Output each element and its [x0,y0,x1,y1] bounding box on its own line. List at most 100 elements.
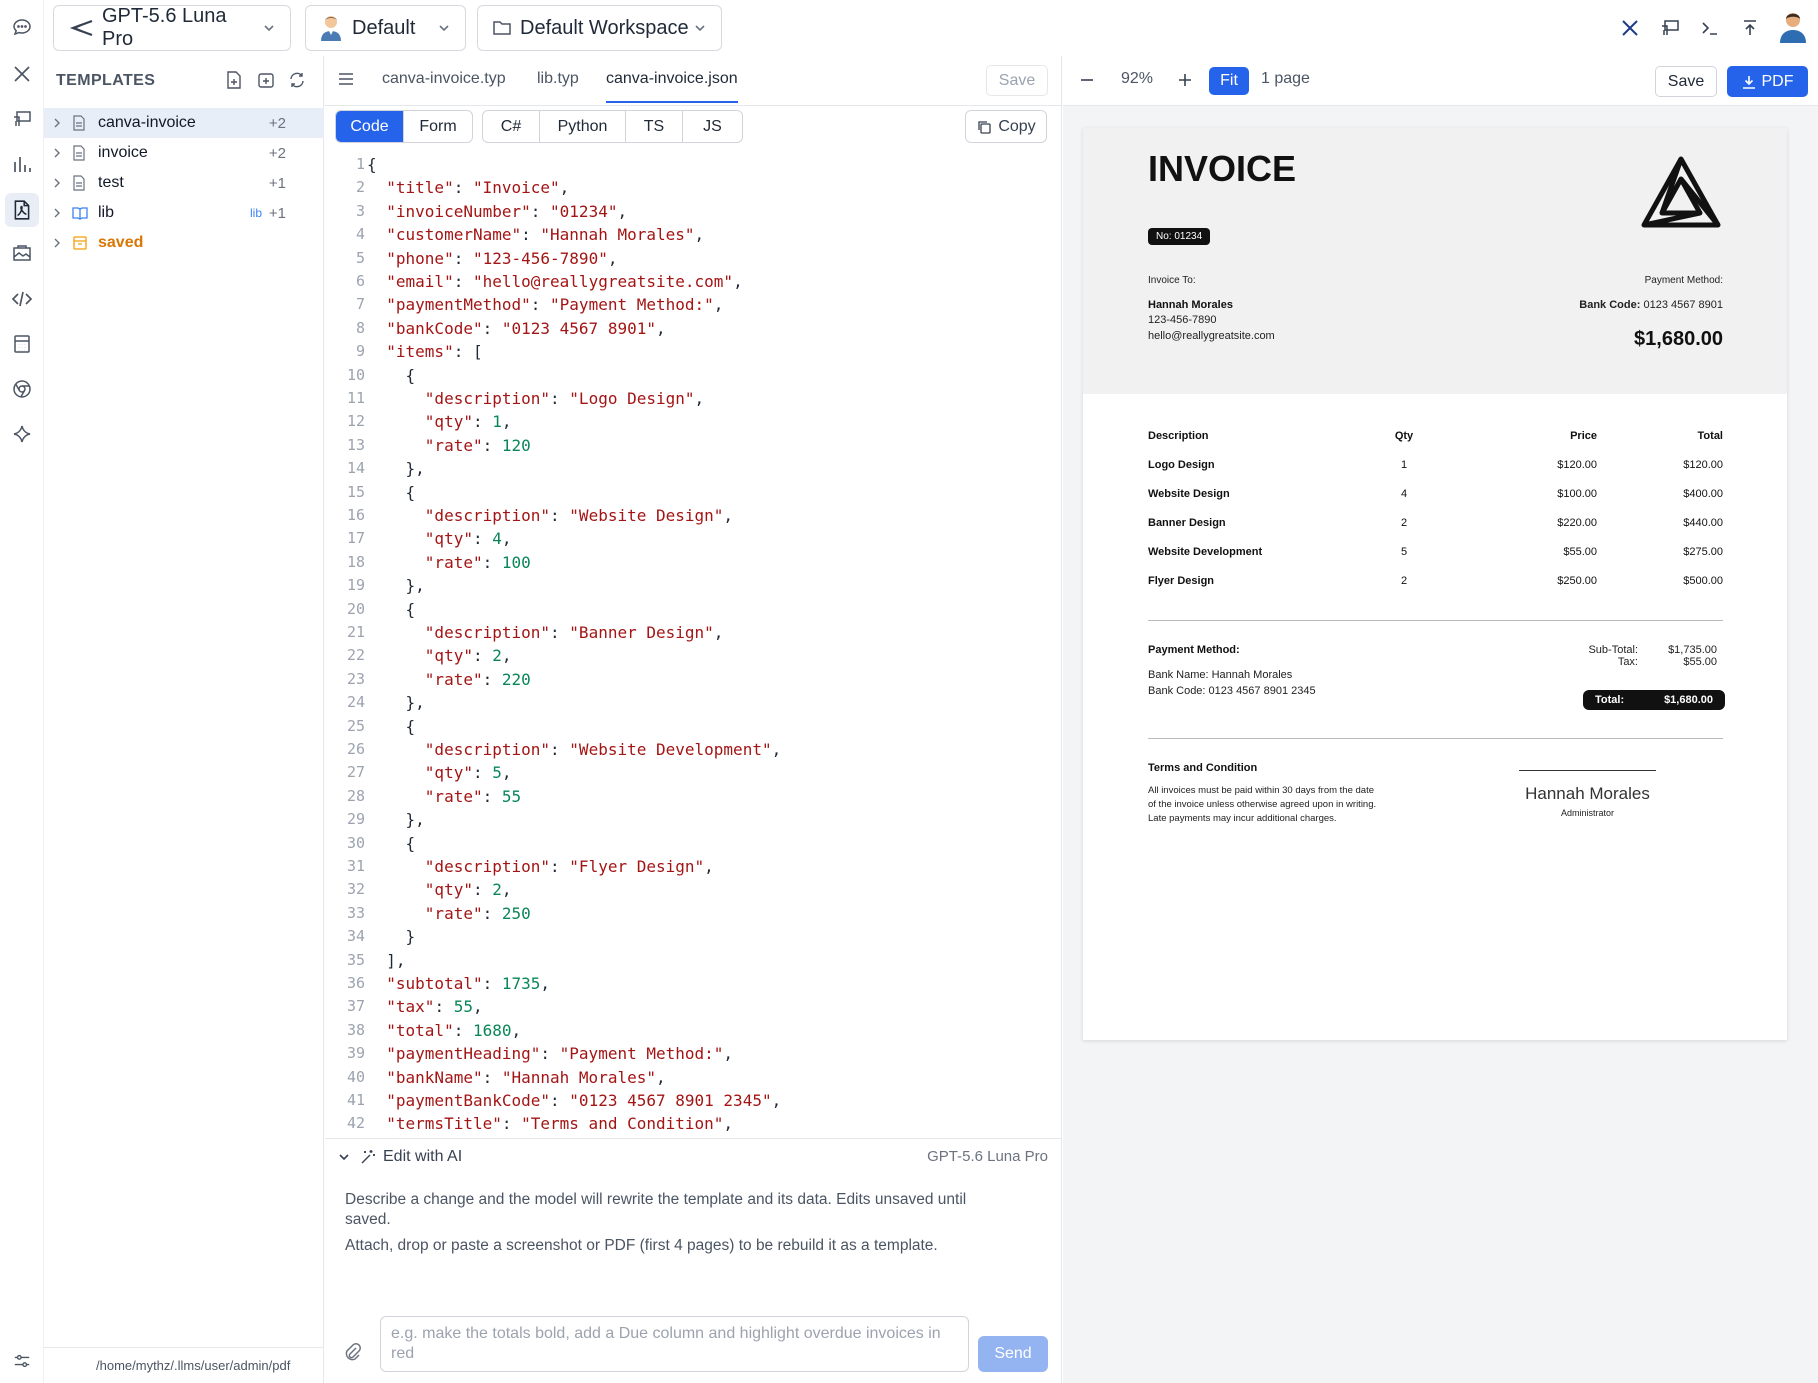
gallery-icon[interactable] [11,242,33,264]
sparkle-icon[interactable] [11,423,33,445]
code-text: "customerName": "Hannah Morales", [386,225,705,245]
tree-item-saved[interactable]: saved [44,228,324,258]
invoice-title: INVOICE [1148,148,1297,189]
code-line: 26 "description": "Website Development", [325,740,1062,763]
analytics-icon[interactable] [11,153,33,175]
chevron-right-icon[interactable] [52,237,66,249]
terms-line: All invoices must be paid within 30 days… [1148,785,1375,796]
chevron-down-icon [262,21,276,35]
tree-item-label: lib [98,204,115,221]
line-number: 19 [346,576,365,595]
code-text: "rate": 220 [424,669,531,689]
code-line: 18 "rate": 100 [325,553,1062,576]
code-text: "description": "Website Development", [424,740,782,759]
chat-icon[interactable] [11,16,33,38]
line-number: 4 [355,225,365,244]
save-button[interactable]: Save [986,65,1048,96]
code-text: "qty": 2, [424,880,512,900]
new-folder-icon[interactable] [256,70,276,90]
ai-prompt-input[interactable]: e.g. make the totals bold, add a Due col… [380,1316,969,1372]
mode-form-button[interactable]: Form [404,111,472,142]
code-line: 22 "qty": 2, [325,646,1062,669]
presentation-icon[interactable] [11,108,33,130]
terms-line: of the invoice unless otherwise agreed u… [1148,799,1377,810]
table-row: Logo Design 1 $120.00 $120.00 [1148,459,1723,477]
pdf-label: PDF [1761,72,1794,90]
workspace-label: Default Workspace [520,16,689,39]
total-pill: Total: $1,680.00 [1583,690,1725,710]
send-button[interactable]: Send [978,1336,1048,1372]
new-file-icon[interactable] [224,70,244,90]
line-number: 1 [355,155,365,173]
user-avatar[interactable] [1778,10,1808,44]
code-text: } [367,927,416,947]
refresh-icon[interactable] [287,70,307,90]
code-text: "title": "Invoice", [386,178,570,198]
settings-sliders-icon[interactable] [11,1350,33,1372]
chevron-right-icon[interactable] [52,147,66,159]
tree-item-test[interactable]: test +1 [44,168,324,198]
code-editor[interactable]: 1{2 "title": "Invoice", 3 "invoiceNumber"… [325,152,1062,1138]
pdf-icon[interactable] [5,193,39,227]
line-number: 7 [355,295,365,314]
code-text: { [367,365,416,385]
menu-icon[interactable] [337,71,355,87]
line-number: 33 [346,903,365,922]
chevron-down-icon[interactable] [337,1150,351,1164]
tab-lib-typ[interactable]: lib.typ [537,70,579,88]
code-line: 9 "items": [ [325,342,1062,365]
file-icon [72,115,92,131]
code-line: 41 "paymentBankCode": "0123 4567 8901 23… [325,1091,1062,1114]
mode-code-button[interactable]: Code [336,111,404,142]
code-line: 37 "tax": 55, [325,997,1062,1020]
tree-item-lib[interactable]: lib lib +1 [44,198,324,228]
tree-item-canva-invoice[interactable]: canva-invoice +2 [44,108,324,138]
zoom-in-icon[interactable] [1177,72,1193,88]
row-price: $250.00 [1557,575,1597,587]
terminal-icon[interactable] [1697,15,1723,41]
chevron-right-icon[interactable] [52,177,66,189]
tools-icon[interactable] [11,63,33,85]
bank-code-value: 0123 4567 8901 [1643,299,1723,311]
line-number: 8 [355,318,365,337]
code-line: 25 { [325,717,1062,740]
presentation-icon[interactable] [1657,15,1683,41]
pdf-button[interactable]: PDF [1727,66,1808,97]
profile-selector[interactable]: Default [305,5,466,51]
preview-save-button[interactable]: Save [1655,66,1717,97]
lang-ts-button[interactable]: TS [626,111,683,142]
tab-canva-invoice-json[interactable]: canva-invoice.json [606,70,738,103]
attach-icon[interactable] [343,1342,361,1362]
subtotal-label: Sub-Total: [1588,644,1638,656]
col-header-total: Total [1697,430,1723,442]
tree-item-invoice[interactable]: invoice +2 [44,138,324,168]
line-number: 30 [346,833,365,852]
chevron-right-icon[interactable] [52,207,66,219]
calculator-icon[interactable] [11,333,33,355]
lang-csharp-button[interactable]: C# [483,111,540,142]
workspace-selector[interactable]: Default Workspace [477,5,722,51]
lang-js-button[interactable]: JS [683,111,742,142]
ai-description: Describe a change and the model will rew… [345,1190,1005,1256]
lang-python-button[interactable]: Python [540,111,626,142]
bank-code-line: Bank Code: 0123 4567 8901 [1579,299,1723,311]
upload-icon[interactable] [1737,15,1763,41]
signature-line [1519,770,1656,771]
code-icon[interactable] [11,288,33,310]
copy-button[interactable]: Copy [965,110,1047,143]
zoom-out-icon[interactable] [1079,72,1095,88]
magic-wand-icon [359,1148,377,1166]
chevron-right-icon[interactable] [52,117,66,129]
chrome-icon[interactable] [11,378,33,400]
tab-canva-invoice-typ[interactable]: canva-invoice.typ [382,70,506,88]
code-text: "paymentHeading": "Payment Method:", [386,1044,734,1064]
avatar [320,14,342,42]
code-text: { [367,482,416,502]
fit-button[interactable]: Fit [1209,67,1249,95]
tree-item-count: +1 [268,204,286,222]
tools-icon[interactable] [1617,15,1643,41]
ai-panel-header[interactable]: Edit with AI GPT-5.6 Luna Pro [325,1138,1062,1174]
tree-item-label: canva-invoice [98,114,196,131]
ai-panel-title: Edit with AI [383,1147,463,1165]
model-selector[interactable]: GPT-5.6 Luna Pro [53,5,291,51]
